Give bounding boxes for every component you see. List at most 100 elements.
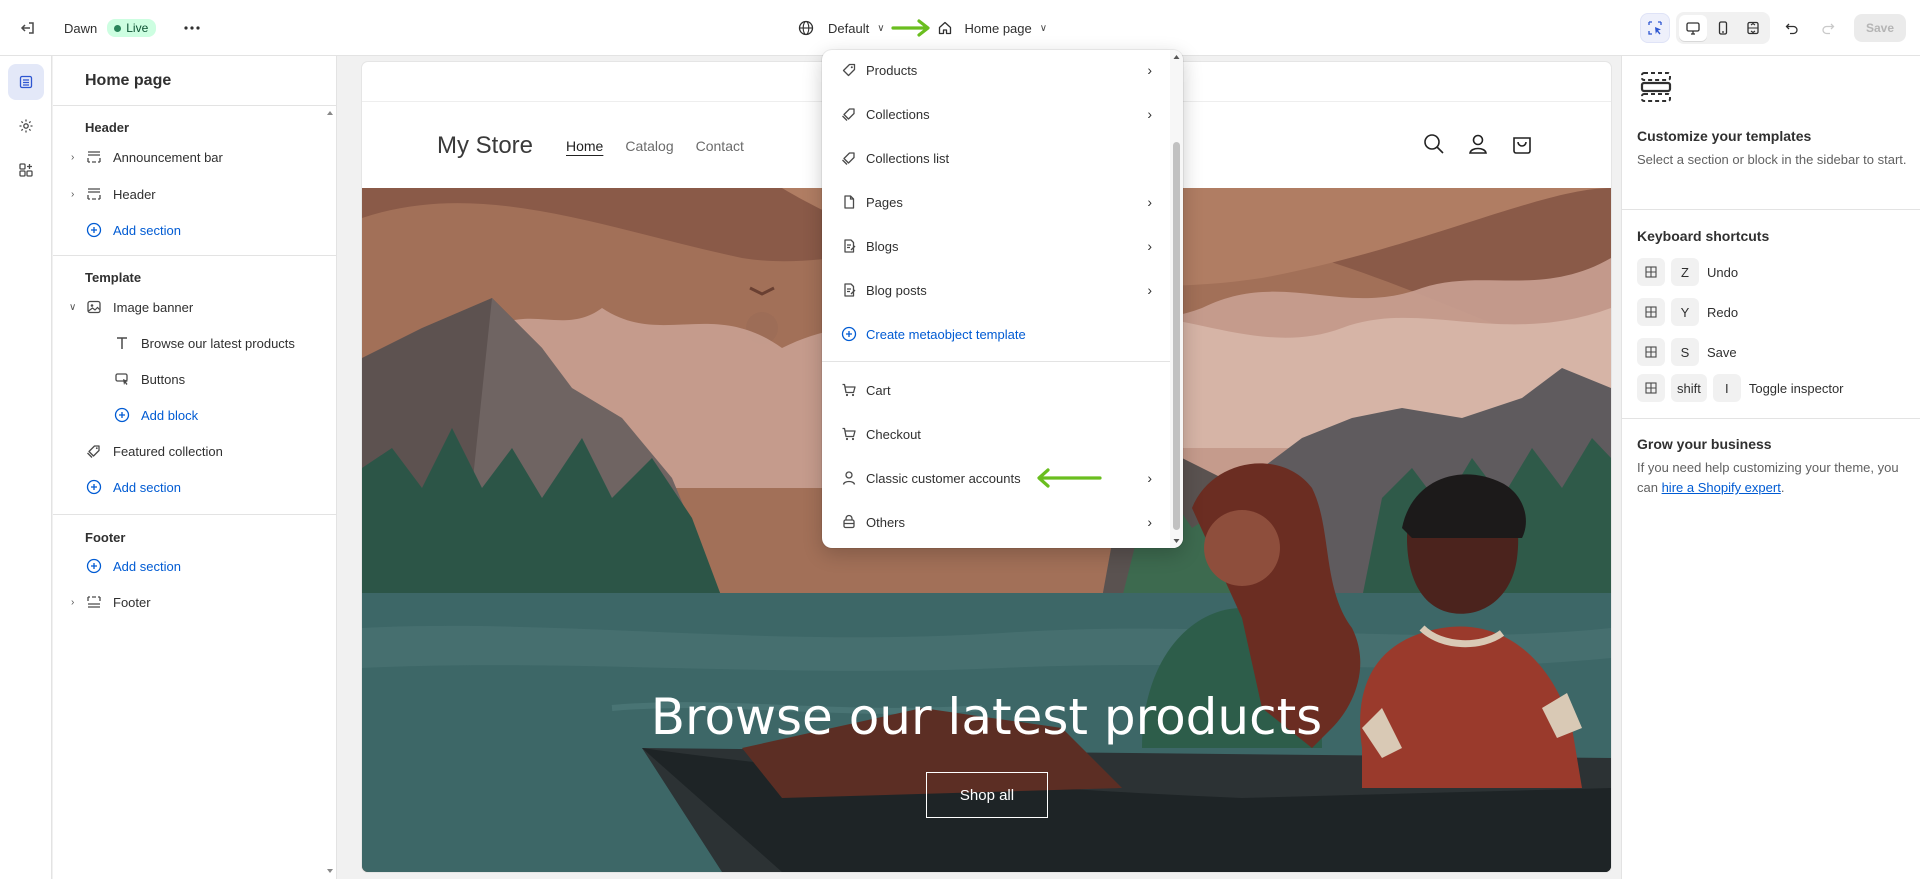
- globe-icon: [798, 20, 814, 36]
- desktop-view-button[interactable]: [1679, 15, 1707, 41]
- mobile-view-button[interactable]: [1709, 15, 1737, 41]
- add-section-button-template[interactable]: Add section: [53, 472, 325, 502]
- fullscreen-view-button[interactable]: [1739, 15, 1767, 41]
- theme-settings-nav-button[interactable]: [8, 108, 44, 144]
- dropdown-item-label: Checkout: [866, 426, 921, 442]
- add-block-label: Add block: [141, 407, 199, 423]
- chevron-right-icon: ›: [71, 188, 75, 200]
- dropdown-item-classic-customer-accounts[interactable]: Classic customer accounts ›: [822, 458, 1170, 498]
- cart-icon[interactable]: [1511, 133, 1533, 155]
- dropdown-scrollbar-thumb[interactable]: [1173, 142, 1180, 530]
- theme-selector[interactable]: Default ∨: [798, 20, 885, 36]
- plus-circle-icon: [85, 557, 103, 575]
- store-nav-home[interactable]: Home: [566, 138, 603, 154]
- left-rail: [0, 56, 52, 879]
- sections-nav-button[interactable]: [8, 64, 44, 100]
- dropdown-item-label: Blog posts: [866, 282, 927, 298]
- save-button[interactable]: Save: [1854, 14, 1906, 42]
- others-icon: [840, 513, 858, 531]
- hire-expert-link[interactable]: hire a Shopify expert: [1662, 480, 1781, 495]
- add-section-button-footer[interactable]: Add section: [53, 551, 325, 581]
- grow-text-end: .: [1780, 480, 1785, 495]
- chevron-right-icon: ›: [1147, 106, 1152, 122]
- search-icon[interactable]: [1423, 133, 1445, 155]
- sidebar-block-label: Buttons: [141, 371, 186, 387]
- add-section-button-header[interactable]: Add section: [53, 215, 325, 245]
- add-block-button[interactable]: Add block: [53, 400, 325, 430]
- dropdown-item-pages[interactable]: Pages ›: [822, 182, 1170, 222]
- button-block-icon: [113, 370, 131, 388]
- sidebar-divider: [53, 255, 336, 256]
- dropdown-item-blogs[interactable]: Blogs ›: [822, 226, 1170, 266]
- desktop-icon: [1686, 22, 1700, 35]
- page-selector-label: Home page: [964, 20, 1032, 36]
- redo-icon: [1822, 23, 1835, 35]
- inspector-toggle-button[interactable]: [1640, 13, 1670, 43]
- dropdown-item-collections[interactable]: Collections ›: [822, 94, 1170, 134]
- customize-description: Select a section or block in the sidebar…: [1637, 152, 1907, 167]
- customize-title: Customize your templates: [1637, 128, 1812, 144]
- sidebar-block-label: Browse our latest products: [141, 335, 295, 351]
- sidebar-item-announcement-bar[interactable]: › Announcement bar: [53, 142, 325, 172]
- more-actions-icon[interactable]: [182, 18, 202, 38]
- sidebar-block-heading[interactable]: Browse our latest products: [53, 328, 325, 358]
- plus-circle-icon: [85, 221, 103, 239]
- add-section-label: Add section: [113, 479, 181, 495]
- dropdown-item-label: Others: [866, 514, 906, 530]
- sidebar-divider: [53, 514, 336, 515]
- live-dot-icon: [114, 24, 122, 32]
- dropdown-item-label: Blogs: [866, 238, 899, 254]
- chevron-down-icon: ∨: [69, 301, 77, 313]
- sidebar-block-buttons[interactable]: Buttons: [53, 364, 325, 394]
- right-panel: Customize your templates Select a sectio…: [1621, 56, 1920, 879]
- annotation-arrow-left-icon: [1037, 468, 1102, 488]
- undo-icon: [1785, 23, 1798, 35]
- store-nav-contact[interactable]: Contact: [696, 138, 744, 154]
- shortcut-label: Save: [1707, 344, 1737, 360]
- sidebar-item-label: Announcement bar: [113, 149, 223, 165]
- dropdown-item-others[interactable]: Others ›: [822, 502, 1170, 542]
- chevron-right-icon: ›: [1147, 282, 1152, 298]
- undo-button[interactable]: [1778, 14, 1806, 42]
- customize-templates-section: Customize your templates Select a sectio…: [1637, 128, 1907, 170]
- dropdown-item-create-metaobject[interactable]: Create metaobject template: [822, 314, 1170, 354]
- dropdown-item-label: Cart: [866, 382, 891, 398]
- image-icon: [85, 298, 103, 316]
- sidebar-item-image-banner[interactable]: ∨ Image banner: [53, 292, 325, 322]
- account-icon[interactable]: [1467, 133, 1489, 155]
- banner-heading[interactable]: Browse our latest products: [362, 688, 1611, 746]
- dropdown-item-collections-list[interactable]: Collections list: [822, 138, 1170, 178]
- shortcut-undo: Z Undo: [1637, 258, 1738, 286]
- sidebar-item-header[interactable]: › Header: [53, 179, 325, 209]
- shop-all-button[interactable]: Shop all: [926, 772, 1048, 818]
- store-logo-text[interactable]: My Store: [437, 132, 533, 160]
- store-nav-catalog[interactable]: Catalog: [625, 138, 673, 154]
- select-cursor-icon: [1648, 21, 1662, 35]
- dropdown-item-checkout[interactable]: Checkout: [822, 414, 1170, 454]
- dropdown-item-blog-posts[interactable]: Blog posts ›: [822, 270, 1170, 310]
- tags-icon: [840, 149, 858, 167]
- dropdown-item-cart[interactable]: Cart: [822, 370, 1170, 410]
- store-nav: Home Catalog Contact: [566, 138, 744, 154]
- dropdown-item-products[interactable]: Products ›: [822, 50, 1170, 90]
- sidebar-scrollbar[interactable]: [324, 106, 336, 879]
- sidebar-item-featured-collection[interactable]: Featured collection: [53, 436, 325, 466]
- redo-button[interactable]: [1814, 14, 1842, 42]
- panel-divider: [1622, 209, 1920, 210]
- blog-icon: [840, 281, 858, 299]
- sidebar-divider: [53, 105, 336, 106]
- blog-icon: [840, 237, 858, 255]
- exit-icon[interactable]: [18, 18, 38, 38]
- page-selector[interactable]: Home page ∨: [937, 20, 1047, 36]
- top-bar-center: Default ∨ Home page ∨: [798, 0, 1047, 56]
- dropdown-divider: [822, 361, 1170, 362]
- chevron-down-icon: ∨: [877, 22, 885, 34]
- footer-group-title: Footer: [85, 530, 126, 545]
- sidebar-item-footer[interactable]: › Footer: [53, 587, 325, 617]
- dropdown-scrollbar[interactable]: [1170, 50, 1183, 548]
- expand-icon: [1747, 21, 1759, 35]
- dropdown-item-label: Collections: [866, 106, 930, 122]
- section-icon: [85, 185, 103, 203]
- apps-nav-button[interactable]: [8, 152, 44, 188]
- top-bar-left: Dawn Live: [18, 0, 202, 56]
